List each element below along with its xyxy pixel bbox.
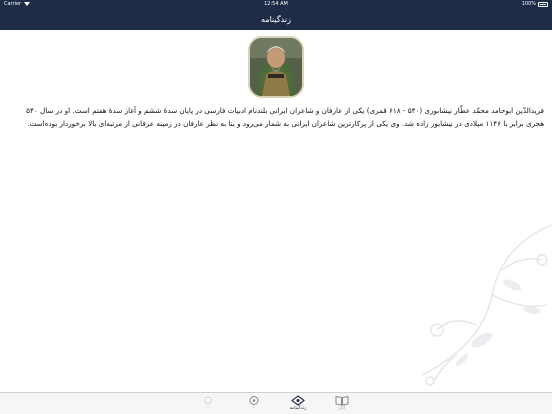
compass-icon — [249, 396, 259, 405]
battery-icon — [538, 2, 548, 7]
tab-4[interactable]: - — [188, 395, 228, 412]
tab-3-label: - — [253, 406, 255, 411]
biography-text: فریدالدّین ابوحامد محمّد عطّار نیشابوری … — [26, 106, 544, 128]
tab-biography-label: زندگینامه — [289, 406, 307, 411]
portrait-illustration — [250, 38, 302, 96]
tab-biography[interactable]: زندگینامه — [278, 395, 318, 412]
biography-icon — [291, 395, 305, 406]
status-time: 12:54 AM — [264, 1, 288, 7]
tab-works-label: آثار — [338, 406, 346, 411]
navigation-bar: زندگینامه — [0, 9, 552, 30]
tab-3[interactable]: - — [234, 395, 274, 412]
book-icon — [335, 395, 349, 406]
page-title: زندگینامه — [261, 15, 291, 24]
battery-percentage: 100% — [521, 1, 536, 7]
poet-portrait — [248, 36, 304, 98]
tab-4-label: - — [207, 406, 209, 411]
tab-bar: آثار زندگینامه - - — [0, 392, 552, 414]
tab4-icon — [204, 396, 212, 405]
status-bar: Carrier 12:54 AM 100% — [0, 0, 552, 9]
tab-works[interactable]: آثار — [322, 395, 362, 412]
floral-decoration — [421, 224, 552, 386]
